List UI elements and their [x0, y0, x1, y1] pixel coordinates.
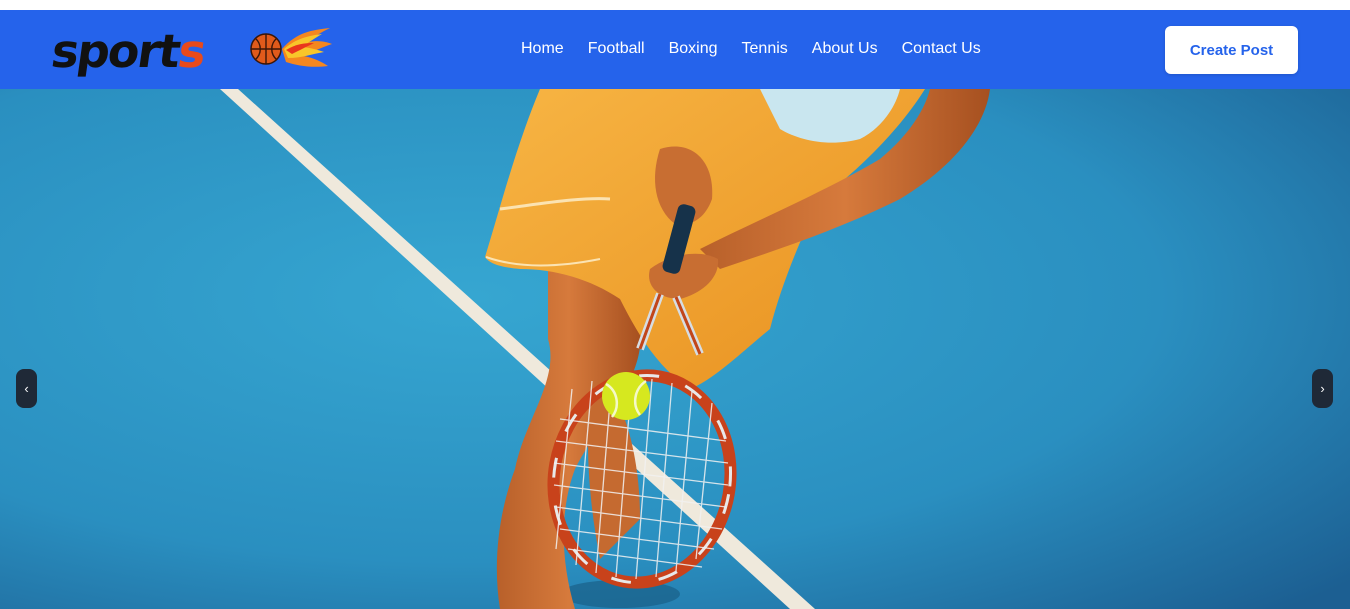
create-post-button[interactable]: Create Post [1165, 26, 1298, 74]
nav-home[interactable]: Home [521, 40, 564, 58]
tennis-player-hitting-ball-image [0, 89, 1350, 609]
nav-contact-us[interactable]: Contact Us [902, 40, 981, 58]
navbar: sports Home Football Boxing Tennis About… [0, 10, 1350, 89]
main-nav: Home Football Boxing Tennis About Us Con… [521, 40, 1005, 58]
nav-about-us[interactable]: About Us [812, 40, 878, 58]
nav-boxing[interactable]: Boxing [669, 40, 718, 58]
nav-football[interactable]: Football [588, 40, 645, 58]
carousel-next-button[interactable]: › [1312, 369, 1333, 408]
hero-carousel: ‹ › [0, 89, 1350, 609]
carousel-prev-button[interactable]: ‹ [16, 369, 37, 408]
logo[interactable]: sports [48, 20, 332, 78]
top-strip [0, 0, 1350, 10]
basketball-flame-icon [250, 28, 332, 67]
logo-text-main: sport [48, 24, 183, 78]
logo-wordmark: sports [48, 24, 208, 78]
nav-tennis[interactable]: Tennis [742, 40, 788, 58]
